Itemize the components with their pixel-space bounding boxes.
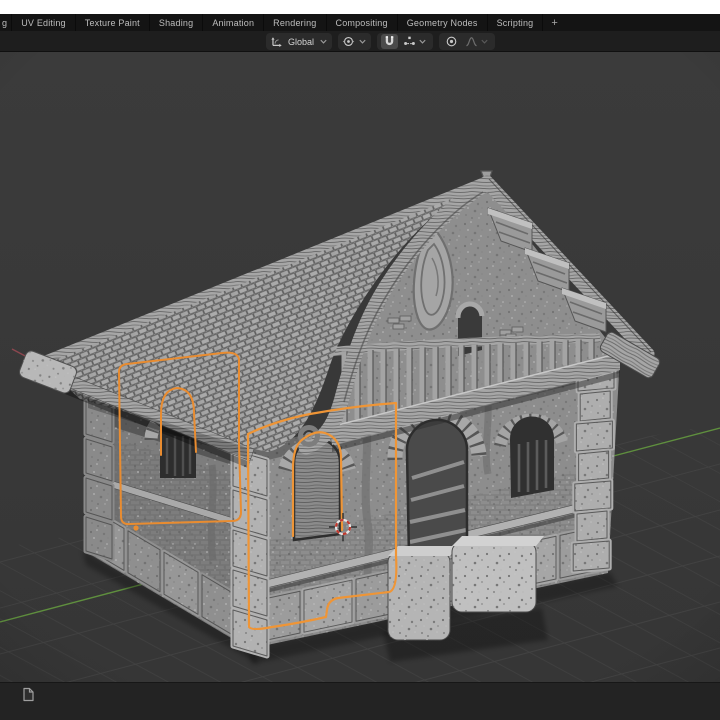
bottom-editor-bar	[0, 682, 720, 720]
viewport-vignette	[0, 52, 720, 682]
chevron-down-icon	[481, 39, 488, 44]
snap-target-icon	[404, 36, 415, 46]
proportional-editing-icon	[446, 36, 457, 47]
top-white-strip	[0, 0, 720, 14]
workspace-tab-shading[interactable]: Shading	[150, 14, 204, 31]
magnet-icon	[385, 36, 394, 46]
snap-toggle-button[interactable]	[381, 34, 399, 49]
orientation-label: Global	[288, 36, 315, 47]
blender-window: g UV Editing Texture Paint Shading Anima…	[0, 0, 720, 720]
orientation-axes-icon	[271, 37, 282, 47]
workspace-tab-scripting[interactable]: Scripting	[488, 14, 544, 31]
falloff-dropdown[interactable]	[463, 34, 491, 49]
3d-viewport[interactable]	[0, 52, 720, 682]
editor-type-icon[interactable]	[22, 687, 35, 702]
chevron-down-icon	[320, 39, 327, 44]
chevron-down-icon	[359, 39, 366, 44]
add-workspace-button[interactable]: +	[543, 14, 566, 31]
transform-orientation-dropdown[interactable]: Global	[266, 33, 333, 50]
workspace-tab-rendering[interactable]: Rendering	[264, 14, 327, 31]
proportional-editing-controls	[439, 33, 496, 50]
proportional-editing-toggle[interactable]	[443, 34, 460, 49]
workspace-tab-compositing[interactable]: Compositing	[327, 14, 398, 31]
snapping-controls	[377, 33, 434, 50]
pivot-point-dropdown[interactable]	[338, 33, 372, 50]
workspace-tabbar: g UV Editing Texture Paint Shading Anima…	[0, 14, 720, 31]
workspace-tab-uv-editing[interactable]: UV Editing	[12, 14, 76, 31]
viewport-header: Global	[0, 31, 720, 52]
workspace-tab-texture-paint[interactable]: Texture Paint	[76, 14, 150, 31]
chevron-down-icon	[419, 39, 426, 44]
falloff-curve-icon	[466, 37, 477, 47]
workspace-tab-animation[interactable]: Animation	[203, 14, 265, 31]
snap-target-dropdown[interactable]	[401, 34, 429, 49]
workspace-tab-geometry-nodes[interactable]: Geometry Nodes	[398, 14, 488, 31]
workspace-tab-partial[interactable]: g	[0, 14, 13, 31]
pivot-point-icon	[342, 36, 355, 47]
